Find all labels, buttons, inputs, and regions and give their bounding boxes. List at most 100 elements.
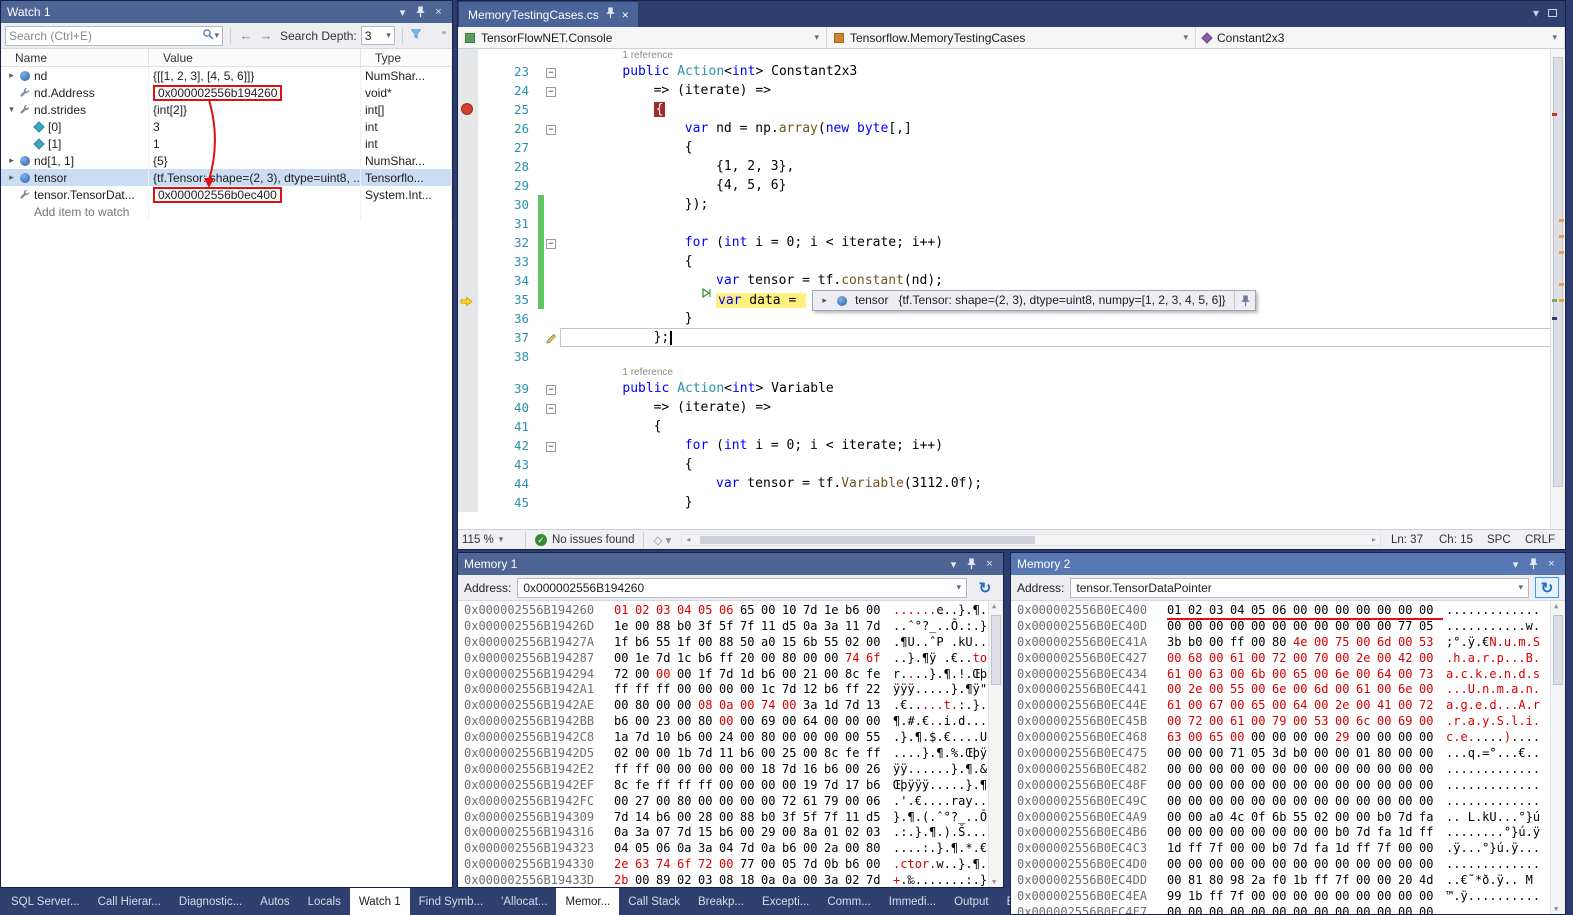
- code-line[interactable]: 42−for (int i = 0; i < iterate; i++): [458, 436, 1565, 455]
- memory-row[interactable]: 0x000002556B1942E2ffff0000000000187d16b6…: [464, 762, 1003, 778]
- code-line[interactable]: 25{: [458, 100, 1565, 119]
- bottom-tab-allocat[interactable]: 'Allocat...: [492, 888, 556, 915]
- chevron-down-icon[interactable]: ▾: [946, 553, 961, 575]
- code-line[interactable]: 40−=> (iterate) =>: [458, 398, 1565, 417]
- address-combo[interactable]: ▾: [517, 578, 967, 598]
- bottom-tab-find-symb[interactable]: Find Symb...: [410, 888, 493, 915]
- pin-icon[interactable]: [1234, 291, 1250, 310]
- bottom-tab-breakp[interactable]: Breakp...: [689, 888, 753, 915]
- code-line[interactable]: 43{: [458, 455, 1565, 474]
- watch-column-header[interactable]: Value: [149, 49, 361, 66]
- code-line[interactable]: 39−public Action<int> Variable: [458, 379, 1565, 398]
- scrollbar-thumb[interactable]: [700, 536, 1035, 544]
- memory-row[interactable]: 0x000002556B0EC44E61006700650064002e0041…: [1017, 698, 1565, 714]
- bottom-tab-comm[interactable]: Comm...: [818, 888, 879, 915]
- memory-row[interactable]: 0x000002556B0EC49C0000000000000000000000…: [1017, 794, 1565, 810]
- fold-collapse-icon[interactable]: −: [546, 125, 556, 135]
- chevron-down-icon[interactable]: ▾: [1533, 6, 1539, 20]
- memory-row[interactable]: 0x000002556B0EC4686300650000000000290000…: [1017, 730, 1565, 746]
- close-icon[interactable]: ×: [622, 8, 629, 22]
- memory-row[interactable]: 0x000002556B0EC4DD008180982af01bff7f0000…: [1017, 873, 1565, 889]
- fold-collapse-icon[interactable]: −: [546, 404, 556, 414]
- memory-row[interactable]: 0x000002556B1943302e63746f72007700057d0b…: [464, 857, 1003, 873]
- watch-row[interactable]: tensor.TensorDat...0x000002556b0ec400Sys…: [1, 186, 452, 203]
- watch-row[interactable]: ▾nd.strides{int[2]}int[]: [1, 101, 452, 118]
- toolbar-overflow-icon[interactable]: ”: [442, 29, 448, 43]
- search-icon[interactable]: [202, 28, 214, 43]
- expanded-expander-icon[interactable]: ▾: [5, 104, 18, 115]
- watch-row[interactable]: [0]3int: [1, 118, 452, 135]
- code-line[interactable]: 44var tensor = tf.Variable(3112.0f);: [458, 474, 1565, 493]
- address-combo[interactable]: ▾: [1070, 578, 1529, 598]
- memory-row[interactable]: 0x000002556B1942D50200001b7d11b60025008c…: [464, 746, 1003, 762]
- code-line[interactable]: 31: [458, 214, 1565, 233]
- chevron-down-icon[interactable]: ▾: [956, 582, 961, 593]
- filter-messages-icon[interactable]: ◇ ▾: [653, 533, 671, 547]
- code-line[interactable]: 27{: [458, 138, 1565, 157]
- memory-row[interactable]: 0x000002556B0EC45B0072006100790053006c00…: [1017, 714, 1565, 730]
- bottom-tab-call-hierar[interactable]: Call Hierar...: [89, 888, 170, 915]
- document-tab[interactable]: MemoryTestingCases.cs ×: [459, 2, 638, 27]
- collapsed-expander-icon[interactable]: ▸: [5, 155, 18, 166]
- memory-row[interactable]: 0x000002556B0EC4C31dff7f0000b07dfa1dff7f…: [1017, 841, 1565, 857]
- memory-row[interactable]: 0x000002556B19426D1e0088b03f5f7f11d50a3a…: [464, 619, 1003, 635]
- pin-icon[interactable]: [1526, 553, 1541, 575]
- breadcrumb-project[interactable]: TensorFlowNET.Console▾: [458, 27, 827, 48]
- codelens-references[interactable]: 1 reference: [560, 366, 1565, 379]
- fold-collapse-icon[interactable]: −: [546, 87, 556, 97]
- address-input[interactable]: [1076, 581, 1514, 595]
- code-line[interactable]: 29{4, 5, 6}: [458, 176, 1565, 195]
- code-line[interactable]: 45}: [458, 493, 1565, 512]
- memory-row[interactable]: 0x000002556B194294720000001f7d1db6002100…: [464, 667, 1003, 683]
- code-line[interactable]: 23−public Action<int> Constant2x3: [458, 62, 1565, 81]
- watch-row[interactable]: nd.Address0x000002556b194260void*: [1, 84, 452, 101]
- codelens-references[interactable]: 1 reference: [560, 49, 1565, 62]
- memory-row[interactable]: 0x000002556B1943160a3a077d15b60029008a01…: [464, 825, 1003, 841]
- code-line[interactable]: 38: [458, 347, 1565, 366]
- forward-arrow-icon[interactable]: →: [258, 28, 274, 43]
- search-input[interactable]: [9, 29, 202, 43]
- watch-column-header[interactable]: Type: [361, 49, 452, 66]
- watch-row[interactable]: ▸nd[1, 1]{5}NumShar...: [1, 152, 452, 169]
- memory-row[interactable]: 0x000002556B0EC4000102030405060000000000…: [1017, 603, 1565, 619]
- pin-icon[interactable]: [413, 1, 428, 23]
- bottom-tab-output[interactable]: Output: [945, 888, 998, 915]
- pin-icon[interactable]: [606, 7, 615, 22]
- datatip[interactable]: ▸tensor{tf.Tensor: shape=(2, 3), dtype=u…: [812, 290, 1256, 311]
- editor-vertical-scrollbar[interactable]: [1550, 49, 1565, 529]
- code-line[interactable]: 36}: [458, 309, 1565, 328]
- code-line[interactable]: 34var tensor = tf.constant(nd);: [458, 271, 1565, 290]
- refresh-icon[interactable]: ↻: [973, 577, 997, 598]
- code-line[interactable]: 37};: [458, 328, 1565, 347]
- window-layout-icon[interactable]: [1548, 9, 1557, 17]
- bottom-tab-sql-server[interactable]: SQL Server...: [2, 888, 89, 915]
- breakpoint-icon[interactable]: [461, 103, 473, 115]
- code-editor[interactable]: 1 reference23−public Action<int> Constan…: [458, 49, 1565, 529]
- collapsed-expander-icon[interactable]: ▸: [818, 291, 831, 310]
- memory-row[interactable]: 0x000002556B0EC4270068006100720070002e00…: [1017, 651, 1565, 667]
- zoom-select[interactable]: 115 % ▾: [462, 534, 516, 546]
- memory-row[interactable]: 0x000002556B0EC4B60000000000000000b07dfa…: [1017, 825, 1565, 841]
- memory1-scrollbar[interactable]: ▲ ▼: [988, 601, 1003, 887]
- bottom-tab-locals[interactable]: Locals: [299, 888, 350, 915]
- chevron-down-icon[interactable]: ▾: [1508, 553, 1523, 575]
- memory1-hex-view[interactable]: 0x000002556B1942600102030405066500107d1e…: [458, 601, 1003, 887]
- close-icon[interactable]: ×: [982, 553, 997, 575]
- memory2-scrollbar[interactable]: ▲ ▼: [1550, 601, 1565, 914]
- memory-row[interactable]: 0x000002556B1942C81a7d10b600240080000000…: [464, 730, 1003, 746]
- memory-row[interactable]: 0x000002556B0EC48F0000000000000000000000…: [1017, 778, 1565, 794]
- scrollbar-thumb[interactable]: [991, 615, 1001, 685]
- code-line[interactable]: 24−=> (iterate) =>: [458, 81, 1565, 100]
- breadcrumb-method[interactable]: Constant2x3▾: [1196, 27, 1565, 48]
- memory-row[interactable]: 0x000002556B1942600102030405066500107d1e…: [464, 603, 1003, 619]
- scroll-left-arrow-icon[interactable]: ◂: [682, 535, 694, 545]
- memory-row[interactable]: 0x000002556B0EC434610063006b0065006e0064…: [1017, 667, 1565, 683]
- watch-row[interactable]: ▸nd{[[1, 2, 3], [4, 5, 6]]}NumShar...: [1, 67, 452, 84]
- bottom-tab-error-list[interactable]: Error List: [998, 888, 1010, 915]
- bottom-tab-memor[interactable]: Memor...: [556, 888, 619, 915]
- bottom-tab-autos[interactable]: Autos: [251, 888, 298, 915]
- memory-row[interactable]: 0x000002556B0EC4820000000000000000000000…: [1017, 762, 1565, 778]
- memory-row[interactable]: 0x000002556B0EC4A90000a04c0f6b55020000b0…: [1017, 810, 1565, 826]
- memory-row[interactable]: 0x000002556B1943097d14b600280088b03f5f7f…: [464, 810, 1003, 826]
- memory-row[interactable]: 0x000002556B0EC441002e0055006e006d006100…: [1017, 682, 1565, 698]
